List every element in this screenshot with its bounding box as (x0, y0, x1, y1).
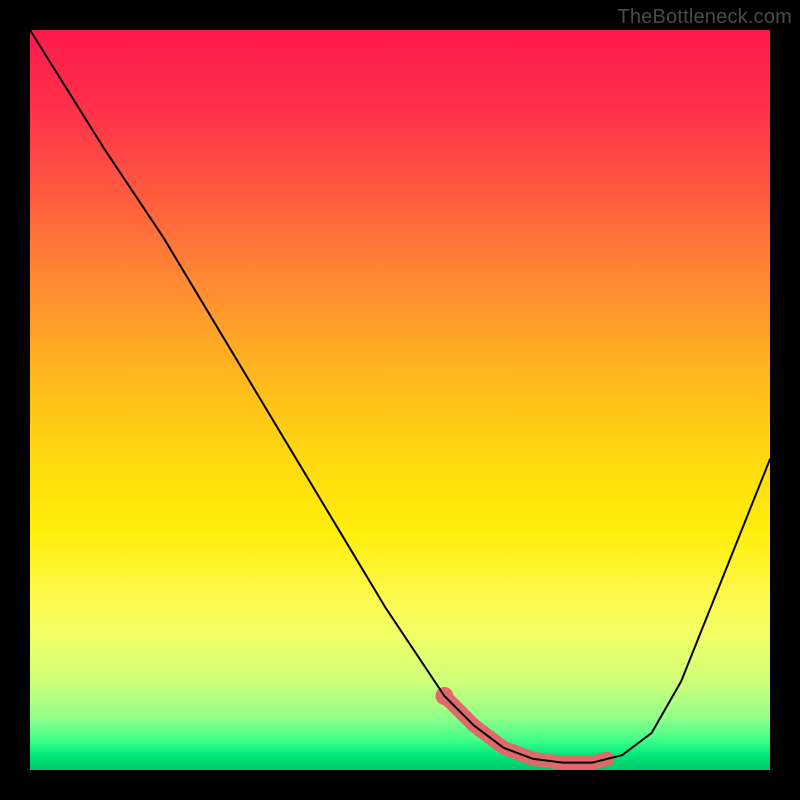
highlight-segment (444, 696, 607, 763)
chart-svg (30, 30, 770, 770)
bottleneck-curve (30, 30, 770, 763)
chart-canvas: TheBottleneck.com (0, 0, 800, 800)
watermark-text: TheBottleneck.com (617, 6, 792, 29)
plot-area (30, 30, 770, 770)
